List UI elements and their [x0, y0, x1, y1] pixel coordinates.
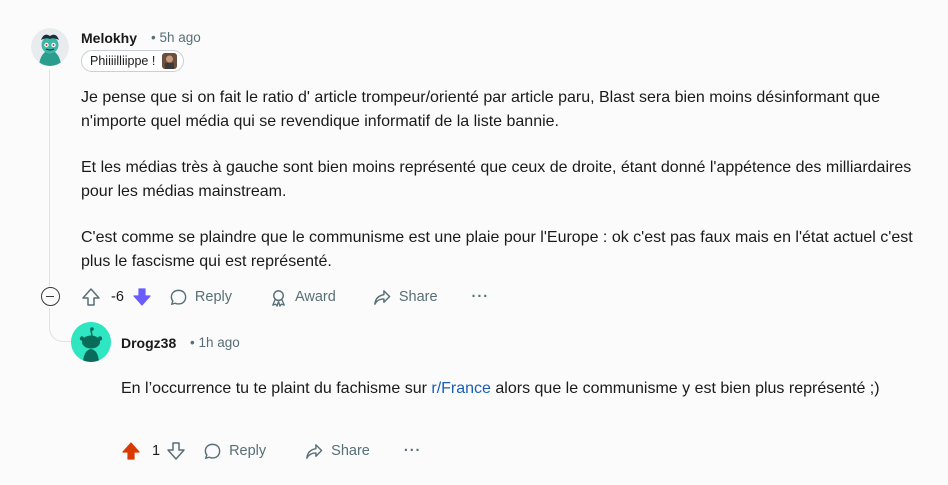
more-options-button[interactable]: ··· [404, 443, 422, 459]
comment-body: Je pense que si on fait le ratio d' arti… [81, 86, 921, 296]
reply-button[interactable]: Reply [203, 442, 266, 461]
reply-action-bar: 1 Reply Share ··· [121, 440, 421, 462]
comment-timestamp: 5h ago [159, 30, 201, 45]
reply-author[interactable]: Drogz38 [121, 335, 176, 351]
reply-meta: • 1h ago [190, 335, 240, 350]
vote-score: -6 [111, 289, 124, 305]
reply-text-after: alors que le communisme y est bien plus … [490, 380, 880, 397]
separator-dot: • [151, 30, 156, 45]
reply-body: En l’occurrence tu te plaint du fachisme… [121, 376, 936, 402]
comment-meta: • 5h ago [151, 30, 201, 45]
comment-paragraph: Je pense que si on fait le ratio d' arti… [81, 89, 881, 130]
flair-text: Phiiiilliippe ! [90, 54, 156, 68]
comment-bubble-icon [204, 443, 221, 459]
share-label: Share [398, 289, 438, 305]
vote-score: 1 [152, 443, 161, 459]
reply-button[interactable]: Reply [169, 288, 232, 307]
separator-dot: • [190, 335, 195, 350]
downvote-icon [167, 442, 185, 460]
user-flair: Phiiiilliippe ! [81, 50, 185, 72]
more-options-button[interactable]: ··· [472, 289, 490, 305]
share-icon [306, 443, 323, 459]
downvote-icon [133, 288, 151, 306]
award-icon [272, 289, 285, 307]
avatar[interactable] [31, 28, 69, 66]
thread-connector [49, 308, 71, 342]
upvote-button[interactable] [81, 287, 101, 307]
share-label: Share [331, 443, 370, 459]
share-icon [373, 289, 391, 305]
comment-paragraph: Et les médias très à gauche sont bien mo… [81, 159, 912, 200]
collapse-thread-button[interactable] [41, 287, 60, 306]
flair-emoji-icon [162, 53, 178, 69]
downvote-button[interactable] [132, 287, 152, 307]
reply-label: Reply [229, 443, 267, 459]
downvote-button[interactable] [166, 441, 186, 461]
upvote-icon [122, 442, 140, 460]
comment-bubble-icon [170, 289, 187, 305]
thread-line [49, 70, 50, 286]
reply-text-before: En l’occurrence tu te plaint du fachisme… [121, 380, 432, 397]
comment-author[interactable]: Melokhy [81, 30, 137, 46]
upvote-icon [82, 288, 100, 306]
upvote-button[interactable] [121, 441, 141, 461]
comment-action-bar: -6 Reply Award Share ··· [81, 286, 489, 308]
reply-timestamp: 1h ago [198, 335, 240, 350]
share-button[interactable]: Share [372, 288, 438, 307]
reply-label: Reply [194, 289, 232, 305]
award-button[interactable]: Award [269, 288, 336, 307]
share-button[interactable]: Share [304, 442, 370, 461]
subreddit-link[interactable]: r/France [431, 380, 491, 397]
avatar[interactable] [71, 322, 111, 362]
comment-paragraph: C'est comme se plaindre que le communism… [81, 229, 913, 270]
award-label: Award [294, 289, 336, 305]
